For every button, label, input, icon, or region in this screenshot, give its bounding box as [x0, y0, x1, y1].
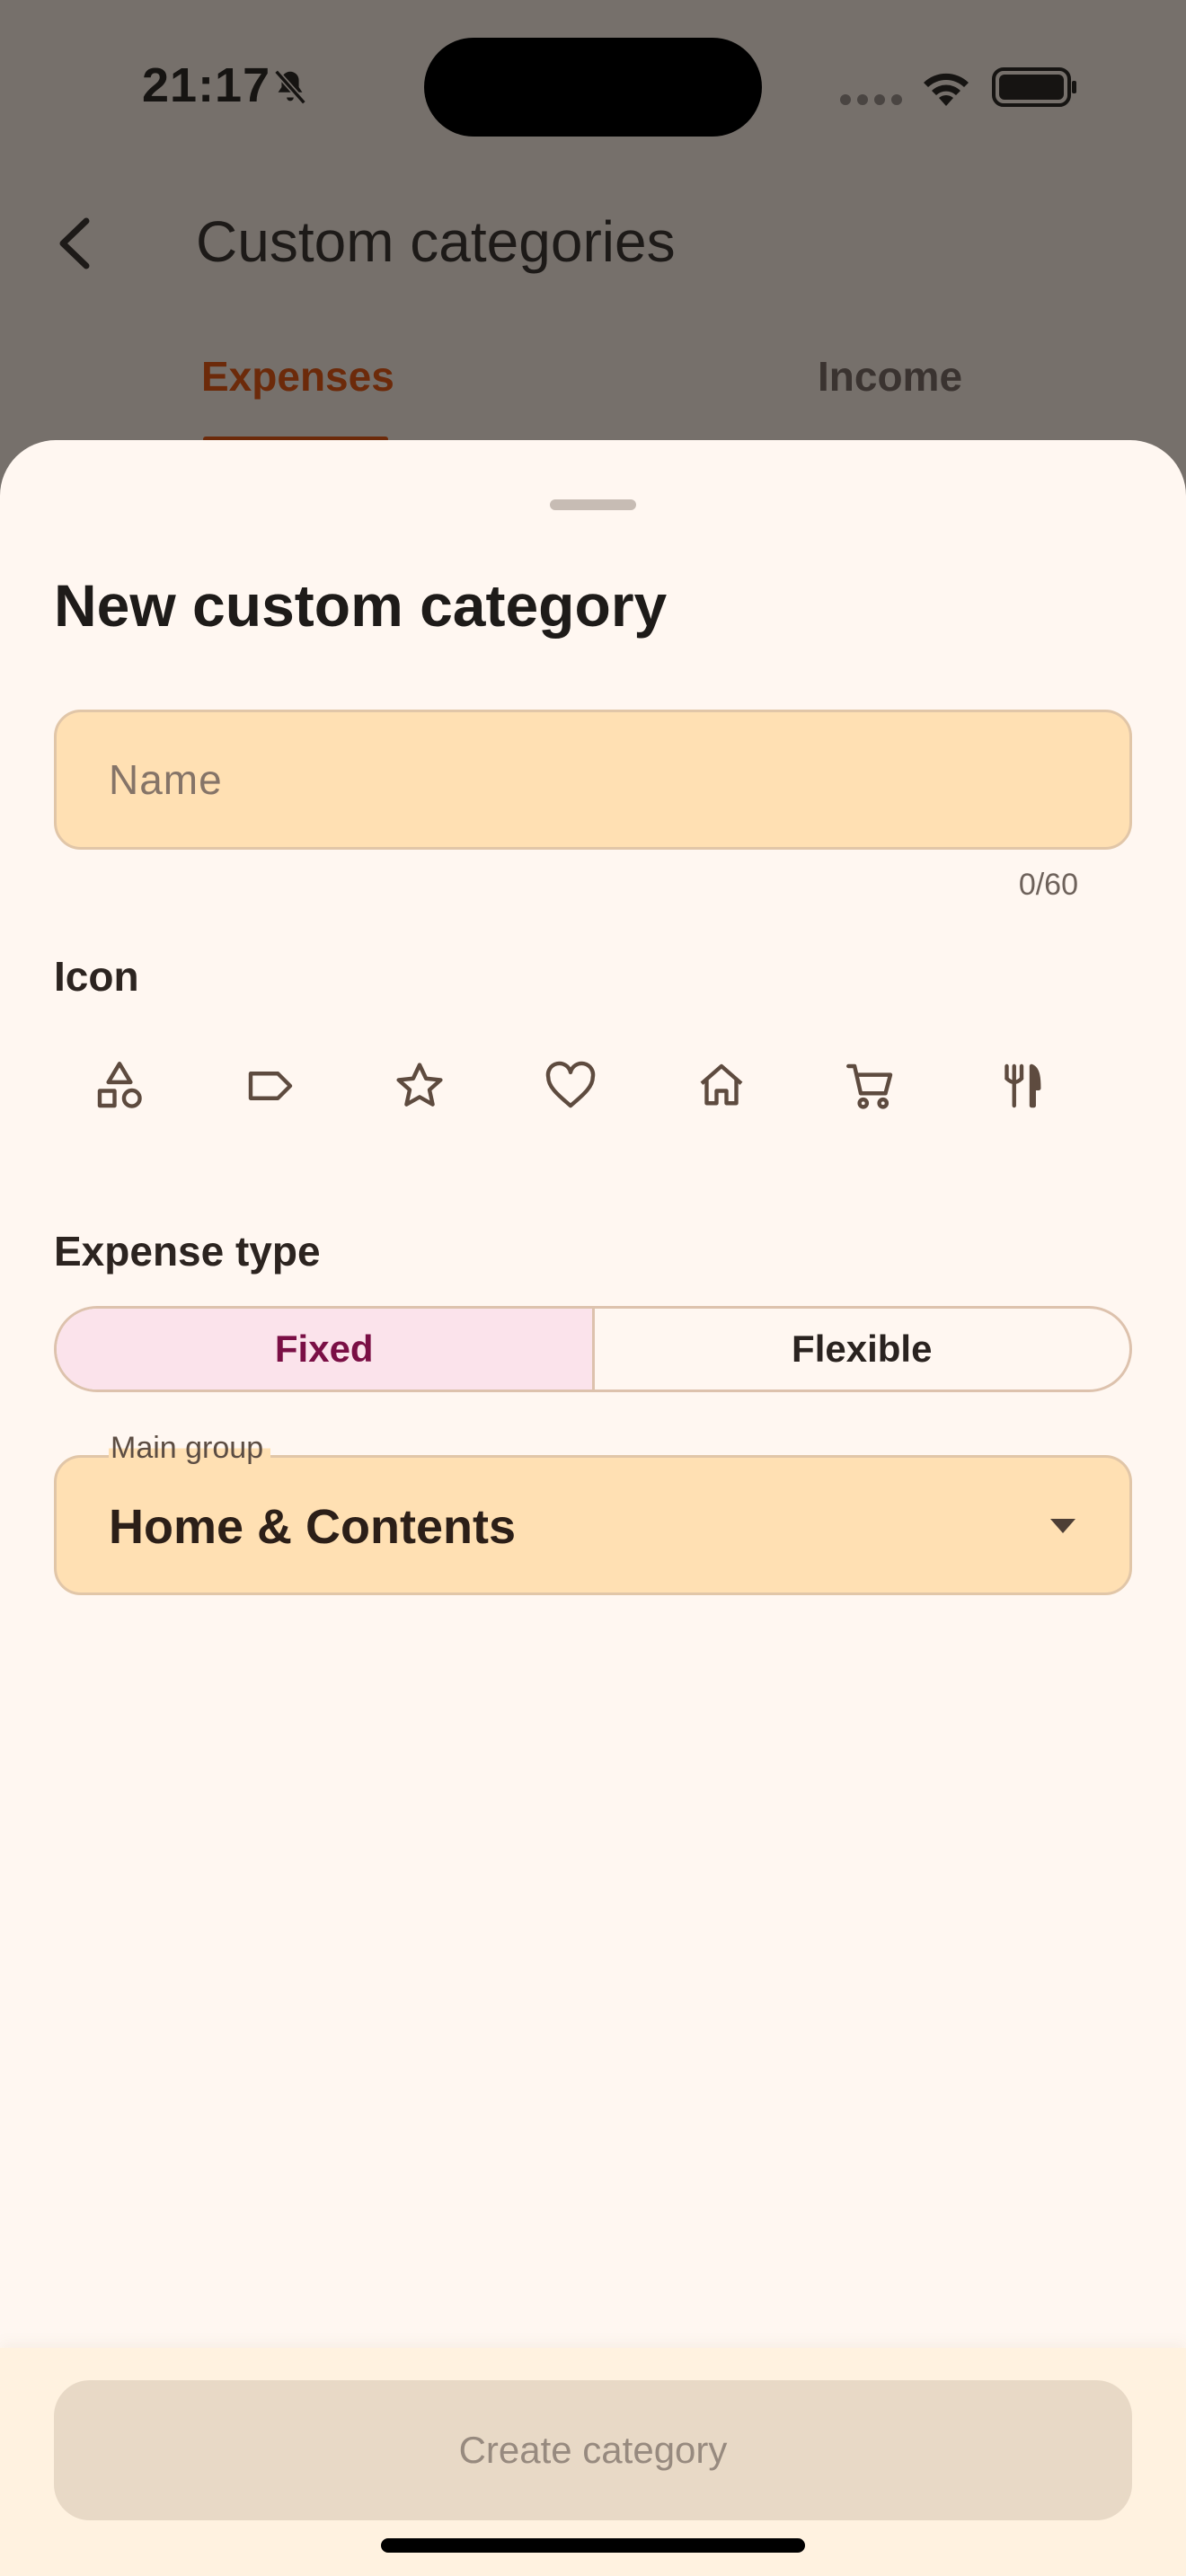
character-counter: 0/60: [1018, 868, 1078, 902]
expense-type-toggle: Fixed Flexible: [54, 1306, 1132, 1392]
star-icon[interactable]: [361, 1028, 478, 1144]
dynamic-island: [424, 38, 762, 137]
status-time: 21:17: [142, 58, 271, 112]
app-bar: Custom categories: [0, 180, 1186, 305]
new-category-sheet: New custom category 0/60 Icon: [0, 440, 1186, 2576]
restaurant-icon[interactable]: [963, 1028, 1080, 1144]
name-input[interactable]: [57, 712, 1129, 847]
drag-handle[interactable]: [550, 499, 636, 510]
expense-type-label: Expense type: [54, 1228, 321, 1275]
status-bar: 21:17: [0, 0, 1186, 171]
wifi-icon: [918, 65, 974, 110]
main-group-label: Main group: [109, 1431, 271, 1466]
shopping-cart-icon[interactable]: [812, 1028, 929, 1144]
main-group-select[interactable]: Main group Home & Contents: [54, 1431, 1132, 1595]
battery-icon: [992, 66, 1078, 108]
main-group-value: Home & Contents: [109, 1500, 517, 1554]
sheet-title: New custom category: [54, 572, 668, 639]
name-field[interactable]: [54, 710, 1132, 850]
segment-flexible[interactable]: Flexible: [595, 1309, 1130, 1389]
icon-picker: [54, 1028, 1132, 1144]
shapes-icon[interactable]: [61, 1028, 178, 1144]
category-tabs: Expenses Income: [0, 332, 1186, 442]
chevron-left-icon[interactable]: [50, 212, 101, 275]
tab-income[interactable]: Income: [818, 352, 962, 401]
icon-section-label: Icon: [54, 953, 139, 1000]
page-title: Custom categories: [196, 209, 676, 274]
tab-expenses[interactable]: Expenses: [201, 352, 394, 401]
dropdown-arrow-icon: [1047, 1515, 1079, 1537]
home-icon[interactable]: [663, 1028, 780, 1144]
create-category-button[interactable]: Create category: [54, 2380, 1132, 2520]
heart-icon[interactable]: [512, 1028, 629, 1144]
home-indicator[interactable]: [381, 2538, 805, 2553]
bell-slash-icon: [270, 66, 311, 108]
segment-fixed[interactable]: Fixed: [57, 1309, 595, 1389]
signal-dots-icon: [839, 93, 902, 106]
label-icon[interactable]: [212, 1028, 329, 1144]
